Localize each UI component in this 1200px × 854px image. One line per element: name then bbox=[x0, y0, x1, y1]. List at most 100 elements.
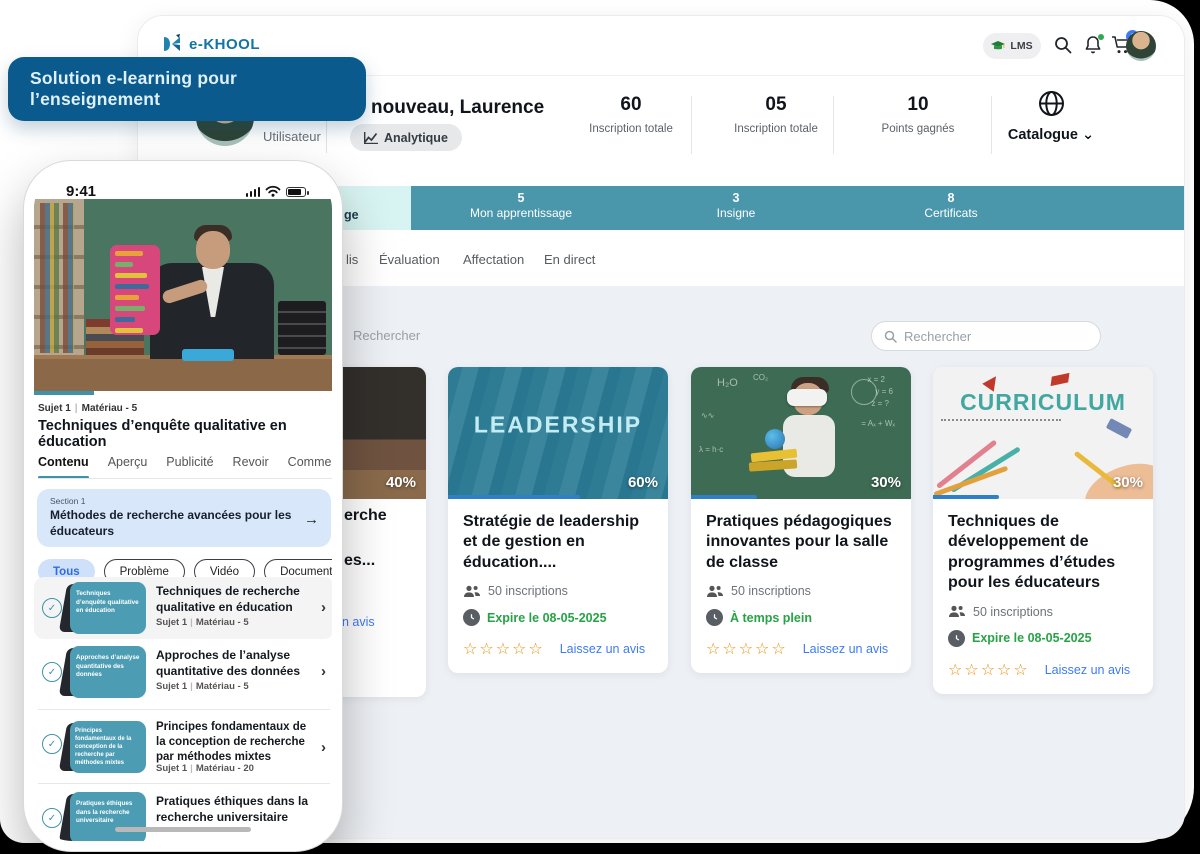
eraser-prop bbox=[1105, 418, 1133, 439]
search-icon[interactable] bbox=[1053, 35, 1075, 57]
course-title[interactable]: Stratégie de leadership et de gestion en… bbox=[463, 512, 653, 573]
bookshelf-prop bbox=[34, 199, 84, 359]
tab1-label: ge bbox=[344, 208, 359, 222]
lesson-title: Techniques d’enquête qualitative en éduc… bbox=[38, 418, 287, 450]
search-icon bbox=[884, 330, 897, 343]
progress-percent: 40% bbox=[385, 474, 416, 491]
clock-icon bbox=[948, 629, 965, 647]
lesson-item-title: Approches de l’analyse quantitative des … bbox=[156, 648, 301, 678]
vr-headset-icon bbox=[787, 389, 827, 406]
catalogue-label: Catalogue ⌄ bbox=[1007, 127, 1095, 143]
globe-prop bbox=[765, 429, 785, 449]
lesson-item-title: Principes fondamentaux de la conception … bbox=[156, 721, 307, 763]
divider bbox=[326, 121, 327, 153]
search-field[interactable] bbox=[871, 321, 1101, 351]
tab-publicite[interactable]: Publicité bbox=[166, 451, 213, 478]
chevron-right-icon[interactable]: › bbox=[321, 599, 326, 616]
lesson-tabs: Contenu Aperçu Publicité Revoir Commenta… bbox=[38, 451, 332, 479]
course-card-pedagogiques[interactable]: H₂O CO₂ x = 2 y = 6 z = ? = Aₓ + Wₓ λ = … bbox=[691, 367, 911, 674]
progress-percent: 60% bbox=[627, 474, 658, 491]
tab-commentaires[interactable]: Commentair bbox=[288, 451, 332, 478]
review-link[interactable]: Laissez un avis bbox=[560, 642, 645, 656]
subnav-item-affectation[interactable]: Affectation bbox=[463, 252, 524, 267]
rating-stars[interactable]: ☆☆☆☆☆ bbox=[948, 660, 1030, 680]
wifi-icon bbox=[265, 185, 281, 197]
signal-icon bbox=[245, 187, 260, 197]
lesson-meta: Sujet 1 | Matériau - 5 bbox=[38, 403, 138, 414]
ekhool-logo-icon bbox=[160, 32, 184, 56]
people-icon bbox=[948, 605, 966, 618]
tab-mon-apprentissage[interactable]: 5 Mon apprentissage bbox=[470, 186, 572, 230]
bell-status-dot bbox=[1098, 34, 1104, 40]
globe-icon bbox=[1038, 90, 1065, 117]
enrollment-count: 50 inscriptions bbox=[731, 584, 811, 599]
page-background: e-KHOOL LMS 1 nouvea bbox=[0, 0, 1200, 854]
user-name: nouveau, Laurence bbox=[371, 97, 545, 118]
search-input[interactable] bbox=[904, 328, 1074, 344]
course-title[interactable]: Pratiques pédagogiques innovantes pour l… bbox=[706, 512, 896, 573]
expiry-badge: Expire le 08-05-2025 bbox=[972, 631, 1092, 646]
rating-stars[interactable]: ☆☆☆☆☆ bbox=[463, 639, 545, 659]
phone-screen: 9:41 Sujet 1 | Matériau - 5 Techniques d… bbox=[34, 171, 332, 841]
tab-revoir[interactable]: Revoir bbox=[233, 451, 269, 478]
lms-badge[interactable]: LMS bbox=[983, 33, 1041, 59]
people-icon bbox=[463, 585, 481, 598]
arrow-right-icon[interactable]: → bbox=[304, 511, 319, 528]
progress-percent: 30% bbox=[1112, 474, 1143, 491]
subnav-item-en-direct[interactable]: En direct bbox=[544, 252, 595, 267]
review-link[interactable]: n avis bbox=[342, 615, 375, 629]
white-canvas: e-KHOOL LMS 1 nouvea bbox=[0, 0, 1194, 852]
elearning-banner: Solution e-learning pour l’enseignement bbox=[8, 57, 366, 121]
lesson-video-player[interactable] bbox=[34, 199, 332, 391]
lesson-item-1[interactable]: ✓ Techniques d’enquête qualitative en éd… bbox=[34, 577, 332, 639]
course-card-leadership[interactable]: LEADERSHIP 60% Stratégie de leadership e… bbox=[448, 367, 668, 674]
ekhool-logo-text: e-KHOOL bbox=[189, 35, 260, 53]
check-icon: ✓ bbox=[42, 662, 62, 682]
enrollment-count: 50 inscriptions bbox=[973, 604, 1053, 619]
stat-enrollment-2: 05 Inscription totale bbox=[734, 94, 818, 135]
course-title-fragment: erche bbox=[344, 507, 387, 524]
lesson-item-3[interactable]: ✓ Principes fondamentaux de la conceptio… bbox=[34, 713, 332, 779]
divider bbox=[38, 709, 330, 710]
lesson-thumbnail: Principes fondamentaux de la conception … bbox=[70, 721, 146, 773]
graduation-cap-icon bbox=[991, 40, 1006, 52]
lms-badge-label: LMS bbox=[1010, 40, 1033, 52]
user-role-label: Utilisateur bbox=[263, 129, 321, 144]
notifications-bell-icon[interactable] bbox=[1083, 34, 1105, 57]
search-label: Rechercher bbox=[353, 328, 421, 343]
course-title[interactable]: Techniques de développement de programme… bbox=[948, 512, 1138, 594]
tab-insigne[interactable]: 3 Insigne bbox=[717, 186, 756, 230]
course-title-fragment: es... bbox=[344, 552, 376, 569]
analytics-label: Analytique bbox=[384, 130, 448, 145]
analytics-button[interactable]: Analytique bbox=[350, 124, 462, 151]
ekhool-logo[interactable]: e-KHOOL bbox=[160, 32, 260, 56]
subnav-item-1[interactable]: lis bbox=[346, 252, 358, 267]
avatar[interactable] bbox=[1126, 31, 1156, 61]
course-image: LEADERSHIP 60% bbox=[448, 367, 668, 499]
review-link[interactable]: Laissez un avis bbox=[803, 642, 888, 656]
review-link[interactable]: Laissez un avis bbox=[1045, 663, 1130, 677]
catalogue-button[interactable]: Catalogue ⌄ bbox=[986, 90, 1116, 143]
course-card-curriculum[interactable]: CURRICULUM 30% Techniques de développeme… bbox=[933, 367, 1153, 694]
tab-certificats[interactable]: 8 Certificats bbox=[924, 186, 977, 230]
lesson-item-4[interactable]: ✓ Pratiques éthiques dans la recherche u… bbox=[34, 787, 332, 841]
tab-contenu[interactable]: Contenu bbox=[38, 451, 89, 478]
teacher-head bbox=[196, 231, 230, 269]
lesson-item-meta: Sujet 1 | Matériau - 5 bbox=[156, 681, 249, 692]
chevron-right-icon[interactable]: › bbox=[321, 739, 326, 756]
lesson-thumbnail: Techniques d’enquête qualitative en éduc… bbox=[70, 582, 146, 634]
chevron-right-icon[interactable]: › bbox=[321, 663, 326, 680]
tab-apercu[interactable]: Aperçu bbox=[108, 451, 148, 478]
divider bbox=[691, 96, 692, 154]
expiry-badge: Expire le 08-05-2025 bbox=[487, 610, 607, 625]
home-indicator[interactable] bbox=[115, 827, 251, 832]
dotted-line bbox=[941, 419, 1061, 421]
course-image: CURRICULUM 30% bbox=[933, 367, 1153, 499]
rating-stars[interactable]: ☆☆☆☆☆ bbox=[706, 639, 788, 659]
lesson-item-2[interactable]: ✓ Approches d’analyse quantitative des d… bbox=[34, 641, 332, 703]
subnav-item-evaluation[interactable]: Évaluation bbox=[379, 252, 440, 267]
status-time: 9:41 bbox=[66, 183, 97, 200]
progress-bar bbox=[691, 495, 757, 499]
section-card[interactable]: Section 1 Méthodes de recherche avancées… bbox=[37, 489, 331, 547]
battery-icon bbox=[286, 187, 309, 197]
